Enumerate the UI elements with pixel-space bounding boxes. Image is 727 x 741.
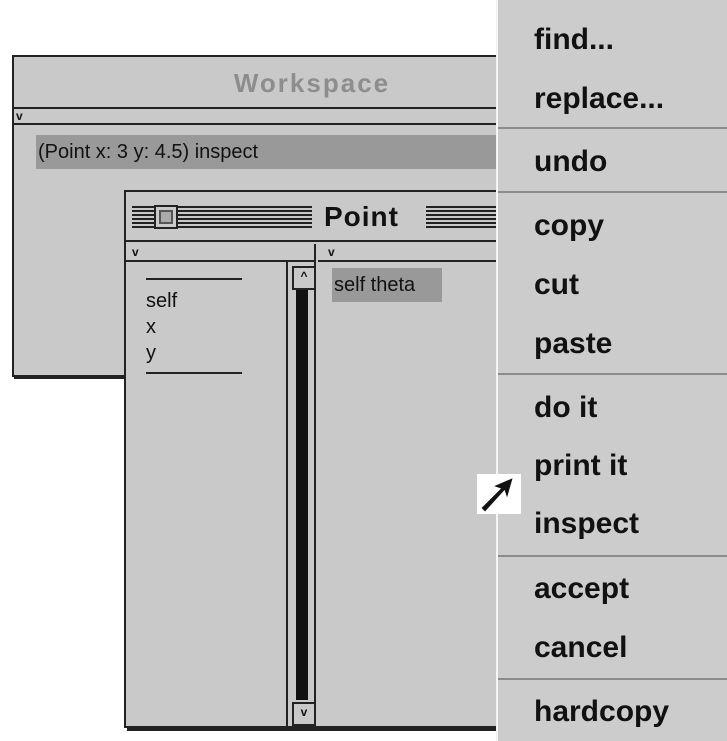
menu-item-do-it[interactable]: do it (534, 388, 597, 428)
menu-item-cut[interactable]: cut (534, 265, 579, 305)
variables-list[interactable]: self x y (126, 262, 288, 726)
scrollbar-track[interactable] (296, 290, 308, 700)
menu-item-inspect[interactable]: inspect (534, 504, 639, 544)
inspector-title: Point (318, 197, 405, 237)
chevron-down-icon[interactable]: v (132, 246, 139, 258)
menu-separator (498, 678, 727, 680)
vertical-scrollbar[interactable]: ^ v (290, 264, 316, 726)
menu-item-copy[interactable]: copy (534, 206, 604, 246)
scroll-up-arrow-icon[interactable]: ^ (292, 266, 316, 290)
close-box-inner (159, 210, 173, 224)
menu-separator (498, 555, 727, 557)
variables-pane[interactable]: v self x y ^ v (126, 244, 316, 726)
menu-item-accept[interactable]: accept (534, 569, 629, 609)
context-menu[interactable]: find... replace... undo copy cut paste d… (496, 0, 727, 741)
list-item[interactable]: self (146, 288, 177, 314)
menu-item-hardcopy[interactable]: hardcopy (534, 692, 669, 732)
list-item[interactable]: x (146, 314, 156, 340)
menu-item-print-it[interactable]: print it (534, 446, 627, 486)
chevron-down-icon[interactable]: v (16, 110, 23, 122)
mouse-cursor-icon (477, 474, 521, 514)
list-item[interactable]: y (146, 340, 156, 366)
workspace-selected-text[interactable]: (Point x: 3 y: 4.5) inspect (36, 135, 510, 169)
menu-separator (498, 191, 727, 193)
workspace-title: Workspace (233, 68, 391, 98)
menu-separator (498, 127, 727, 129)
menu-item-replace[interactable]: replace... (534, 79, 664, 119)
menu-item-undo[interactable]: undo (534, 142, 607, 182)
inspector-title-bar[interactable]: Point (126, 192, 546, 242)
point-inspector-window[interactable]: Point v self x y ^ v v self theta (124, 190, 546, 728)
value-selected-text[interactable]: self theta (332, 268, 442, 302)
menu-item-find[interactable]: find... (534, 20, 614, 60)
list-divider-top (146, 278, 242, 280)
list-divider-bottom (146, 372, 242, 374)
close-box-icon[interactable] (154, 205, 178, 229)
chevron-down-icon[interactable]: v (328, 246, 335, 258)
menu-item-paste[interactable]: paste (534, 324, 612, 364)
variables-menu-strip[interactable]: v (126, 244, 314, 262)
scroll-down-arrow-icon[interactable]: v (292, 702, 316, 726)
menu-separator (498, 373, 727, 375)
menu-item-cancel[interactable]: cancel (534, 628, 627, 668)
